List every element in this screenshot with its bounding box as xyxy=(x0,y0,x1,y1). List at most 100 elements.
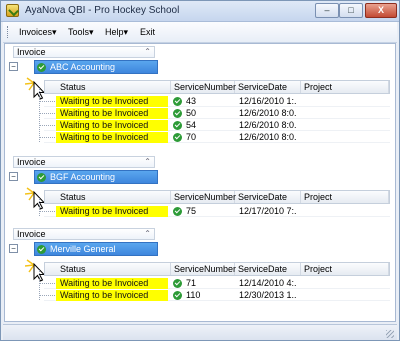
company-row[interactable]: Merville General xyxy=(34,242,158,256)
service-date-cell: 12/6/2010 8:0... xyxy=(239,120,296,130)
invoice-grid[interactable]: Invoice ⌃ − ABC Accounting Status Service… xyxy=(4,43,396,322)
status-cell: Waiting to be Invoiced xyxy=(56,108,168,119)
table-row[interactable]: Waiting to be Invoiced 110 12/30/2013 1... xyxy=(39,290,390,301)
grid-header: Status ServiceNumber ServiceDate Project xyxy=(44,80,390,94)
service-number-cell: 110 xyxy=(170,290,230,301)
column-service-date[interactable]: ServiceDate xyxy=(235,81,301,93)
service-number-value: 110 xyxy=(186,290,201,300)
service-date-cell: 12/17/2010 7:... xyxy=(239,206,296,216)
collapse-icon[interactable]: − xyxy=(9,172,18,181)
window-title: AyaNova QBI - Pro Hockey School xyxy=(25,5,180,16)
tree-line xyxy=(39,88,40,142)
service-number-cell: 50 xyxy=(170,108,230,119)
minimize-button[interactable]: – xyxy=(315,3,339,18)
status-bar xyxy=(3,324,397,340)
company-row[interactable]: BGF Accounting xyxy=(34,170,158,184)
column-service-number[interactable]: ServiceNumber xyxy=(171,191,236,203)
status-cell: Waiting to be Invoiced xyxy=(56,278,168,289)
grid-header: Status ServiceNumber ServiceDate Project xyxy=(44,190,390,204)
tree-branch xyxy=(39,113,55,114)
group-header[interactable]: Invoice ⌃ xyxy=(13,228,155,240)
status-cell: Waiting to be Invoiced xyxy=(56,290,168,301)
column-status[interactable]: Status xyxy=(57,191,171,203)
maximize-button[interactable]: □ xyxy=(339,3,363,18)
check-circle-icon xyxy=(37,63,46,72)
service-date-cell: 12/6/2010 8:0... xyxy=(239,132,296,142)
group-header-label: Invoice xyxy=(17,229,46,239)
service-number-value: 43 xyxy=(186,96,197,106)
grid-header: Status ServiceNumber ServiceDate Project xyxy=(44,262,390,276)
tree-branch xyxy=(39,137,55,138)
column-project[interactable]: Project xyxy=(301,191,389,203)
column-service-number[interactable]: ServiceNumber xyxy=(171,81,236,93)
service-date-cell: 12/14/2010 4:... xyxy=(239,278,296,288)
collapse-icon[interactable]: − xyxy=(9,244,18,253)
column-status[interactable]: Status xyxy=(57,81,171,93)
app-window: AyaNova QBI - Pro Hockey School – □ X In… xyxy=(0,0,400,341)
menu-tools[interactable]: Tools▾ xyxy=(68,27,94,38)
check-circle-icon xyxy=(173,109,182,118)
column-service-number[interactable]: ServiceNumber xyxy=(171,263,236,275)
column-project[interactable]: Project xyxy=(301,81,389,93)
sort-icon: ⌃ xyxy=(144,47,151,56)
service-number-value: 71 xyxy=(186,278,197,288)
check-circle-icon xyxy=(173,133,182,142)
tree-branch xyxy=(39,295,55,296)
company-name: BGF Accounting xyxy=(50,172,116,182)
column-status[interactable]: Status xyxy=(57,263,171,275)
status-cell: Waiting to be Invoiced xyxy=(56,96,168,107)
resize-grip-icon[interactable] xyxy=(386,330,394,338)
service-number-value: 75 xyxy=(186,206,197,216)
group-header-label: Invoice xyxy=(17,47,46,57)
column-service-date[interactable]: ServiceDate xyxy=(235,263,301,275)
table-row[interactable]: Waiting to be Invoiced 75 12/17/2010 7:... xyxy=(39,206,390,217)
close-button[interactable]: X xyxy=(365,3,397,18)
title-bar[interactable]: AyaNova QBI - Pro Hockey School – □ X xyxy=(1,1,399,22)
check-circle-icon xyxy=(173,97,182,106)
status-cell: Waiting to be Invoiced xyxy=(56,206,168,217)
column-project[interactable]: Project xyxy=(301,263,389,275)
status-cell: Waiting to be Invoiced xyxy=(56,132,168,143)
menu-exit[interactable]: Exit xyxy=(140,27,155,37)
service-number-value: 50 xyxy=(186,108,197,118)
check-circle-icon xyxy=(173,121,182,130)
menu-grip-icon xyxy=(7,26,11,38)
check-circle-icon xyxy=(37,173,46,182)
app-logo-icon xyxy=(6,4,19,17)
company-name: ABC Accounting xyxy=(50,62,116,72)
table-row[interactable]: Waiting to be Invoiced 71 12/14/2010 4:... xyxy=(39,278,390,289)
menu-help[interactable]: Help▾ xyxy=(105,27,128,38)
check-circle-icon xyxy=(173,279,182,288)
service-number-cell: 75 xyxy=(170,206,230,217)
service-date-cell: 12/6/2010 8:0... xyxy=(239,108,296,118)
service-number-cell: 43 xyxy=(170,96,230,107)
service-date-cell: 12/16/2010 1:... xyxy=(239,96,296,106)
tree-branch xyxy=(39,125,55,126)
service-number-cell: 54 xyxy=(170,120,230,131)
group-header[interactable]: Invoice ⌃ xyxy=(13,156,155,168)
company-name: Merville General xyxy=(50,244,116,254)
column-service-date[interactable]: ServiceDate xyxy=(235,191,301,203)
tree-branch xyxy=(39,101,55,102)
group-header[interactable]: Invoice ⌃ xyxy=(13,46,155,58)
group-header-label: Invoice xyxy=(17,157,46,167)
collapse-icon[interactable]: − xyxy=(9,62,18,71)
sort-icon: ⌃ xyxy=(144,157,151,166)
service-number-cell: 70 xyxy=(170,132,230,143)
menu-invoices[interactable]: Invoices▾ xyxy=(19,27,57,38)
company-row[interactable]: ABC Accounting xyxy=(34,60,158,74)
table-row[interactable]: Waiting to be Invoiced 54 12/6/2010 8:0... xyxy=(39,120,390,131)
table-row[interactable]: Waiting to be Invoiced 43 12/16/2010 1:... xyxy=(39,96,390,107)
sort-icon: ⌃ xyxy=(144,229,151,238)
tree-branch xyxy=(39,211,55,212)
service-date-cell: 12/30/2013 1... xyxy=(239,290,296,300)
service-number-value: 70 xyxy=(186,132,197,142)
status-cell: Waiting to be Invoiced xyxy=(56,120,168,131)
check-circle-icon xyxy=(37,245,46,254)
menu-bar: Invoices▾ Tools▾ Help▾ Exit xyxy=(3,22,397,43)
tree-branch xyxy=(39,283,55,284)
table-row[interactable]: Waiting to be Invoiced 50 12/6/2010 8:0... xyxy=(39,108,390,119)
tree-line xyxy=(39,198,40,216)
service-number-value: 54 xyxy=(186,120,197,130)
table-row[interactable]: Waiting to be Invoiced 70 12/6/2010 8:0... xyxy=(39,132,390,143)
